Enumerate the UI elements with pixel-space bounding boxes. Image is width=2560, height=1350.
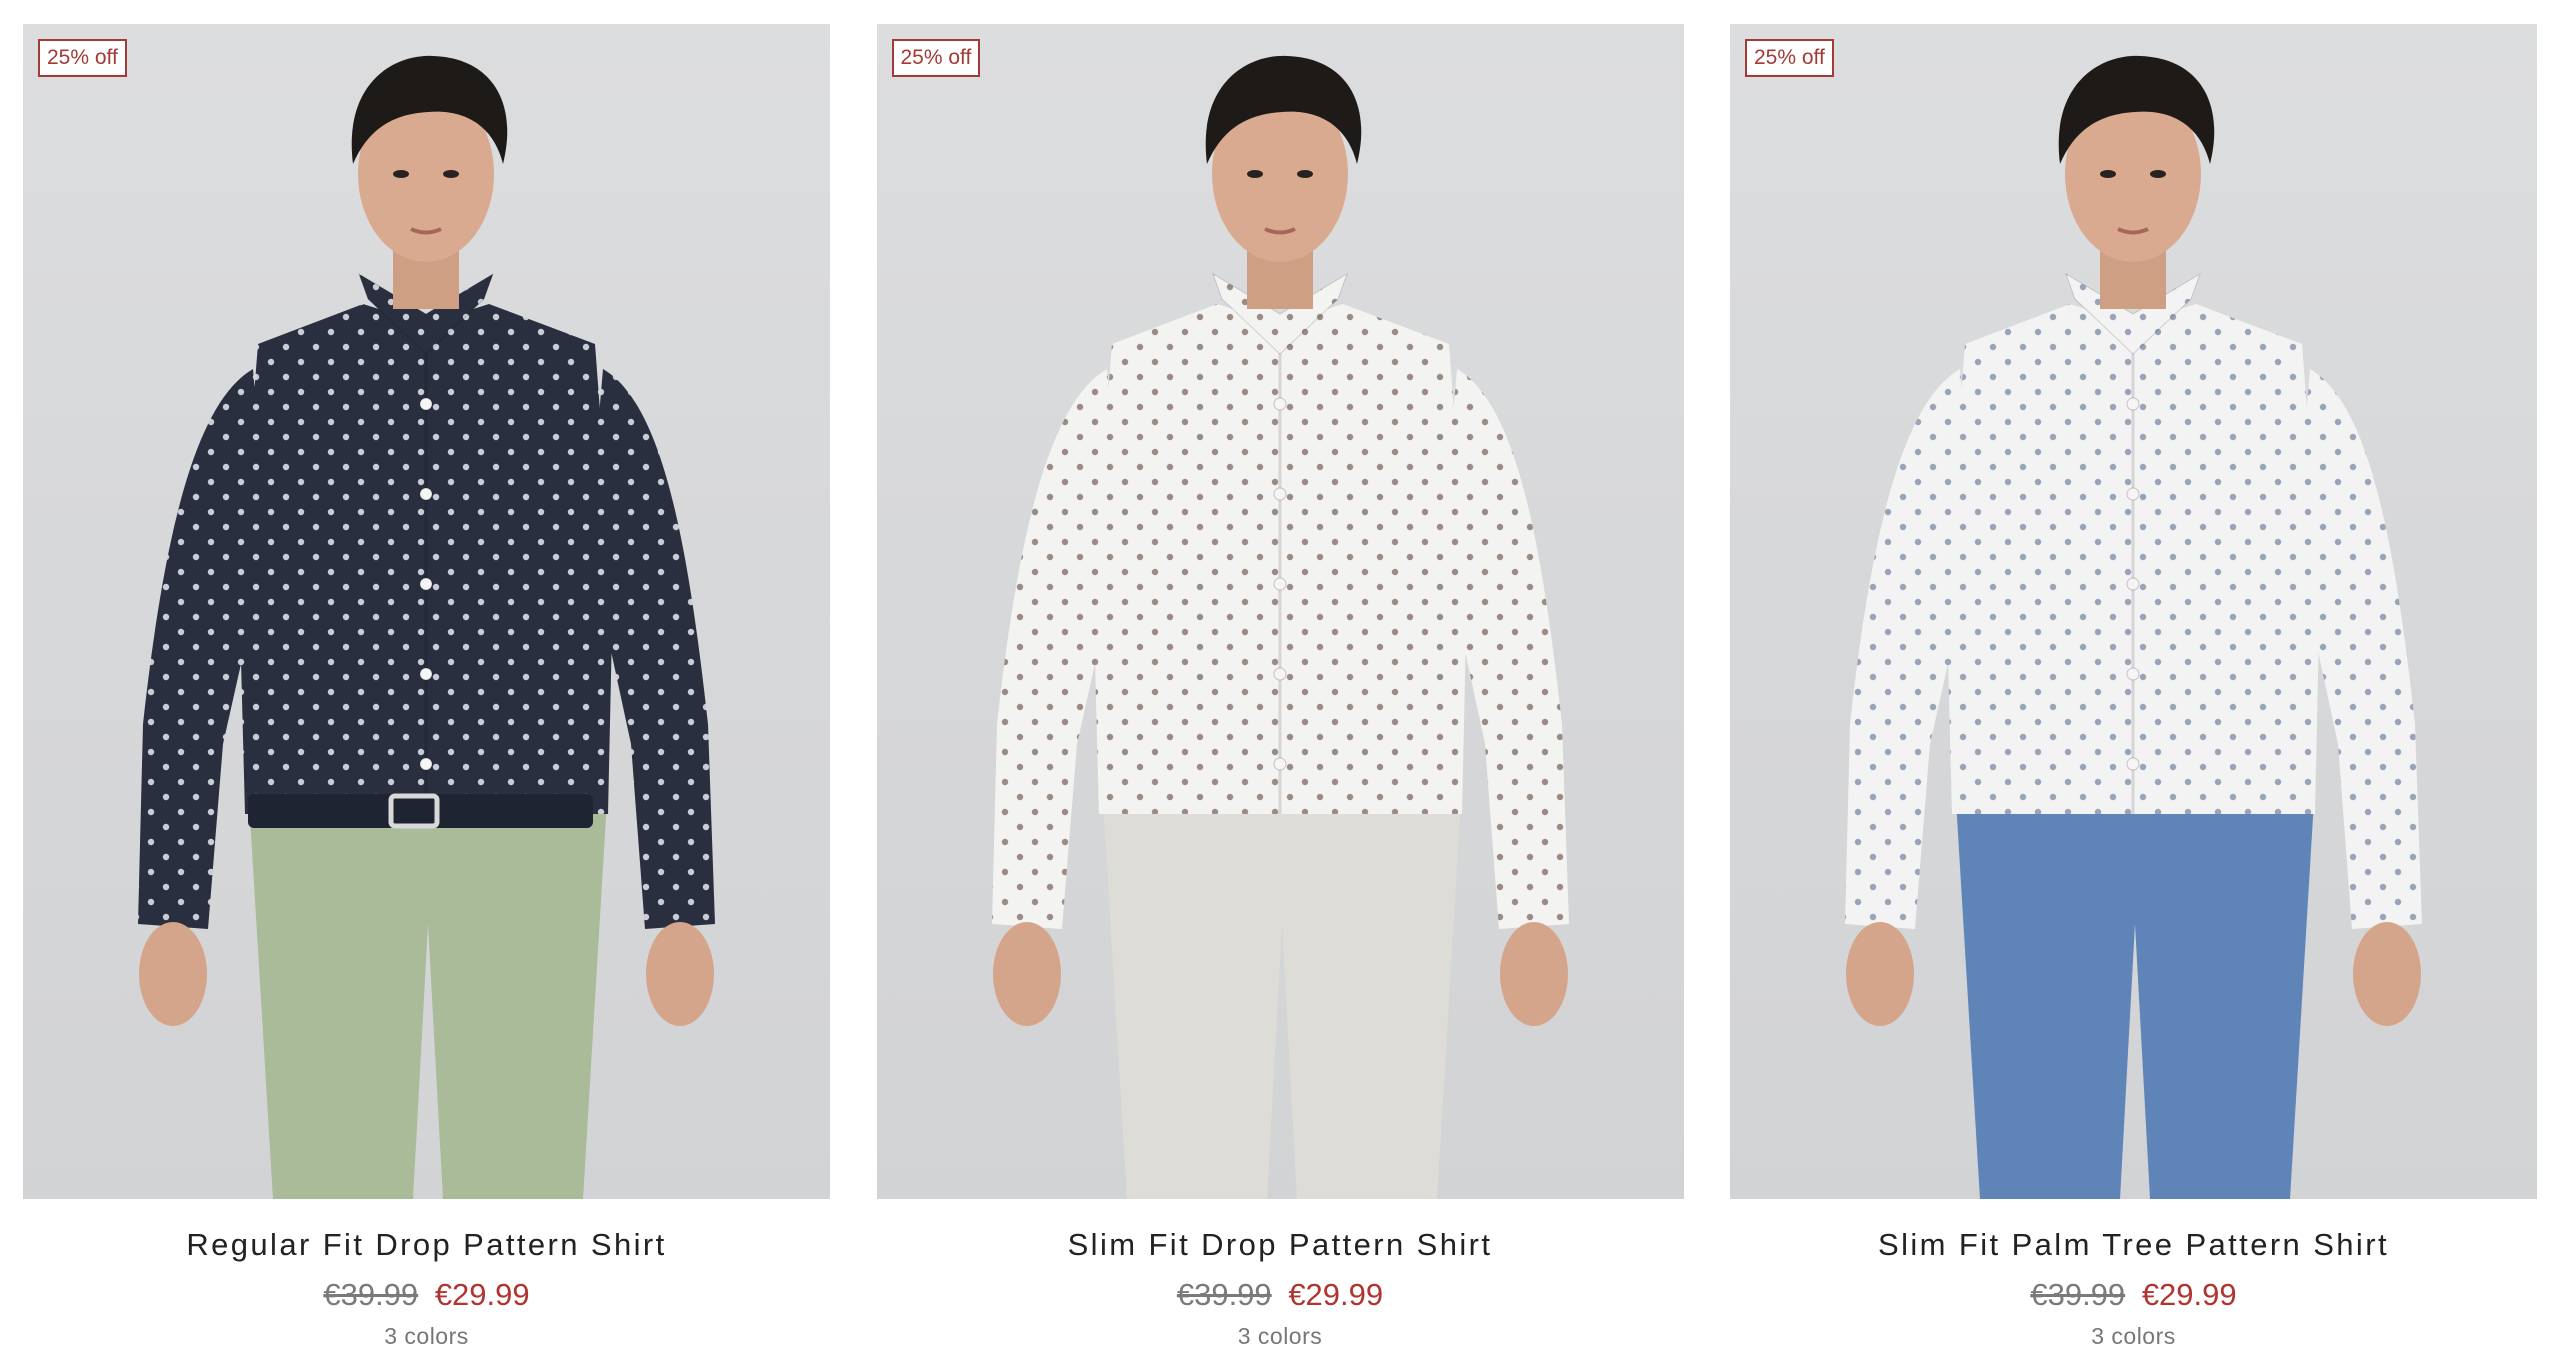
sale-price: €29.99 bbox=[1288, 1277, 1384, 1312]
right-hand bbox=[646, 922, 714, 1026]
shirt-button bbox=[1273, 397, 1286, 411]
eye bbox=[2150, 170, 2166, 178]
belt bbox=[248, 794, 593, 828]
price-row: €39.99 €29.99 bbox=[2030, 1277, 2236, 1313]
shirt-button bbox=[419, 757, 433, 771]
shirt-button bbox=[419, 577, 433, 591]
sale-price: €29.99 bbox=[2141, 1277, 2237, 1312]
eye bbox=[393, 170, 409, 178]
original-price: €39.99 bbox=[1176, 1277, 1272, 1312]
original-price: €39.99 bbox=[323, 1277, 419, 1312]
price-row: €39.99 €29.99 bbox=[1177, 1277, 1383, 1313]
shirt-button bbox=[2126, 577, 2140, 591]
shirt-button bbox=[419, 487, 433, 501]
color-count[interactable]: 3 colors bbox=[2091, 1323, 2176, 1350]
pants bbox=[248, 784, 608, 1199]
model-photo-illustration bbox=[991, 55, 1569, 1199]
pants bbox=[1955, 784, 2315, 1199]
sale-price: €29.99 bbox=[434, 1277, 530, 1312]
shirt-button bbox=[419, 397, 433, 411]
color-count[interactable]: 3 colors bbox=[384, 1323, 469, 1350]
shirt-button bbox=[2126, 487, 2140, 501]
shirt-button bbox=[419, 667, 433, 681]
left-hand bbox=[1846, 922, 1914, 1026]
model-photo-illustration bbox=[138, 55, 715, 1199]
eye bbox=[443, 170, 459, 178]
shirt-button bbox=[2126, 667, 2140, 681]
model-photo-illustration bbox=[1845, 55, 2422, 1199]
product-card[interactable]: 25% off Slim Fit Palm Tree Pattern Shirt… bbox=[1730, 24, 2537, 1350]
product-image[interactable]: 25% off bbox=[876, 24, 1684, 1199]
product-name[interactable]: Slim Fit Drop Pattern Shirt bbox=[1068, 1227, 1493, 1263]
original-price: €39.99 bbox=[2030, 1277, 2126, 1312]
shirt-button bbox=[2126, 757, 2140, 771]
shirt-button bbox=[1273, 577, 1286, 591]
price-row: €39.99 €29.99 bbox=[323, 1277, 529, 1313]
right-hand bbox=[1499, 922, 1568, 1026]
eye bbox=[1246, 170, 1263, 178]
left-hand bbox=[139, 922, 207, 1026]
product-image[interactable]: 25% off bbox=[23, 24, 830, 1199]
product-name[interactable]: Slim Fit Palm Tree Pattern Shirt bbox=[1878, 1227, 2389, 1263]
discount-badge: 25% off bbox=[38, 39, 127, 77]
shirt-button bbox=[1273, 667, 1286, 681]
pants bbox=[1101, 784, 1462, 1199]
eye bbox=[2100, 170, 2116, 178]
product-image[interactable]: 25% off bbox=[1730, 24, 2537, 1199]
color-count[interactable]: 3 colors bbox=[1238, 1323, 1323, 1350]
shirt-button bbox=[1273, 487, 1286, 501]
product-name[interactable]: Regular Fit Drop Pattern Shirt bbox=[186, 1227, 666, 1263]
product-grid: 25% off Regular Fit Drop Pattern Shirt €… bbox=[23, 24, 2537, 1350]
right-hand bbox=[2353, 922, 2421, 1026]
product-card[interactable]: 25% off Regular Fit Drop Pattern Shirt €… bbox=[23, 24, 830, 1350]
shirt-button bbox=[1273, 757, 1286, 771]
product-card[interactable]: 25% off Slim Fit Drop Pattern Shirt €39.… bbox=[876, 24, 1684, 1350]
discount-badge: 25% off bbox=[1745, 39, 1834, 77]
left-hand bbox=[992, 922, 1061, 1026]
discount-badge: 25% off bbox=[891, 39, 981, 77]
shirt-button bbox=[2126, 397, 2140, 411]
eye bbox=[1296, 170, 1313, 178]
